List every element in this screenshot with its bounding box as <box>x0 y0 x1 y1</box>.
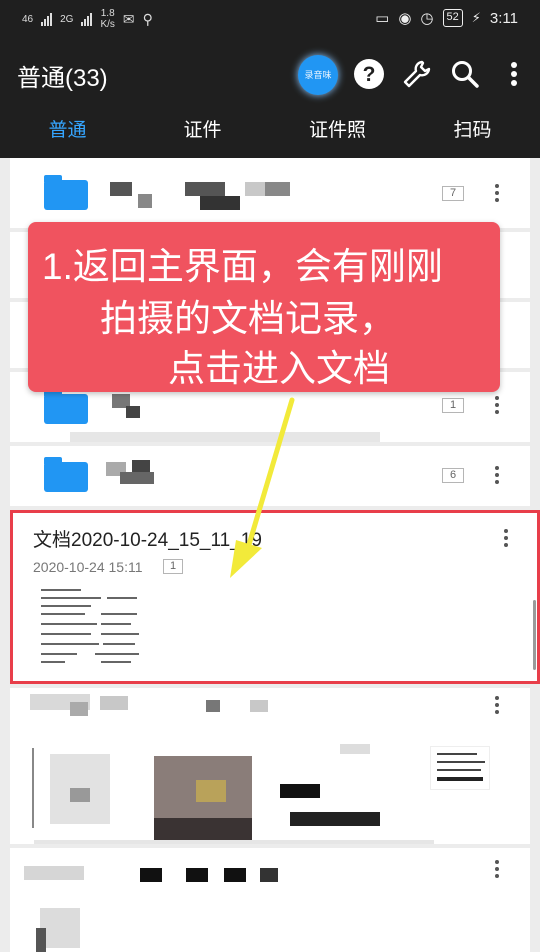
annotation-arrow <box>230 397 295 578</box>
